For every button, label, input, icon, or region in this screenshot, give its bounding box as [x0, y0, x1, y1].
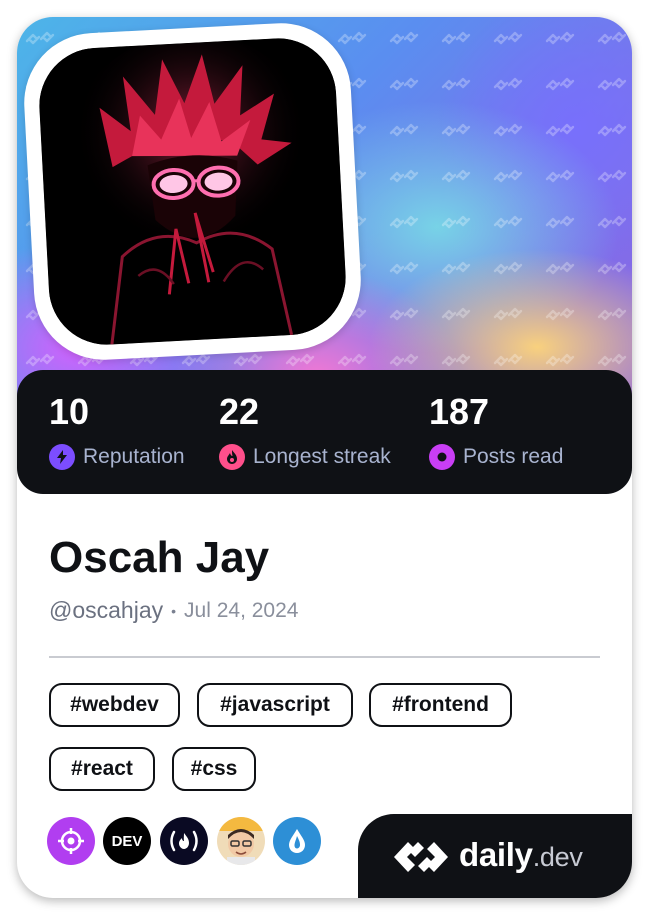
- meta-separator: •: [171, 602, 177, 619]
- joined-date: Jul 24, 2024: [184, 598, 299, 622]
- avatar[interactable]: [36, 35, 349, 348]
- tag-react[interactable]: #react: [49, 747, 155, 791]
- brand-tld: .dev: [532, 842, 583, 872]
- flame-icon: [219, 444, 245, 470]
- hero-background: [17, 17, 632, 417]
- freecodecamp-source-icon[interactable]: [160, 817, 208, 865]
- profile-name: Oscah Jay: [49, 533, 270, 582]
- eye-ring-icon: [429, 444, 455, 470]
- devcard: 10 Reputation 22 Longest streak 187 Post…: [17, 17, 632, 898]
- longest-streak-label: Longest streak: [253, 445, 391, 468]
- brand-footer: daily.dev: [358, 814, 632, 898]
- longest-streak-value: 22: [219, 391, 260, 432]
- stat-reputation: 10 Reputation: [49, 392, 185, 470]
- lightning-icon: [49, 444, 75, 470]
- memoji-avatar-source-icon[interactable]: [217, 817, 265, 865]
- posts-read-label: Posts read: [463, 445, 564, 468]
- reputation-label: Reputation: [83, 445, 185, 468]
- profile-meta: @oscahjay • Jul 24, 2024: [49, 597, 298, 624]
- profile-handle[interactable]: @oscahjay: [49, 597, 163, 624]
- stat-longest-streak: 22 Longest streak: [219, 392, 391, 470]
- reputation-value: 10: [49, 391, 90, 432]
- stats-bar: 10 Reputation 22 Longest streak 187 Post…: [17, 370, 632, 494]
- water-drop-source-icon[interactable]: [273, 817, 321, 865]
- crosshair-source-icon[interactable]: [47, 817, 95, 865]
- tag-javascript[interactable]: #javascript: [197, 683, 353, 727]
- daily-dev-logo-icon: [394, 842, 448, 872]
- stat-posts-read: 187 Posts read: [429, 392, 563, 470]
- divider: [49, 656, 600, 658]
- avatar-frame: [20, 19, 365, 364]
- brand-wordmark: daily.dev: [459, 836, 583, 873]
- tag-css[interactable]: #css: [172, 747, 256, 791]
- dev-to-source-icon[interactable]: DEV: [103, 817, 151, 865]
- posts-read-value: 187: [429, 391, 490, 432]
- tag-frontend[interactable]: #frontend: [369, 683, 512, 727]
- avatar-illustration: [36, 35, 349, 348]
- tag-webdev[interactable]: #webdev: [49, 683, 180, 727]
